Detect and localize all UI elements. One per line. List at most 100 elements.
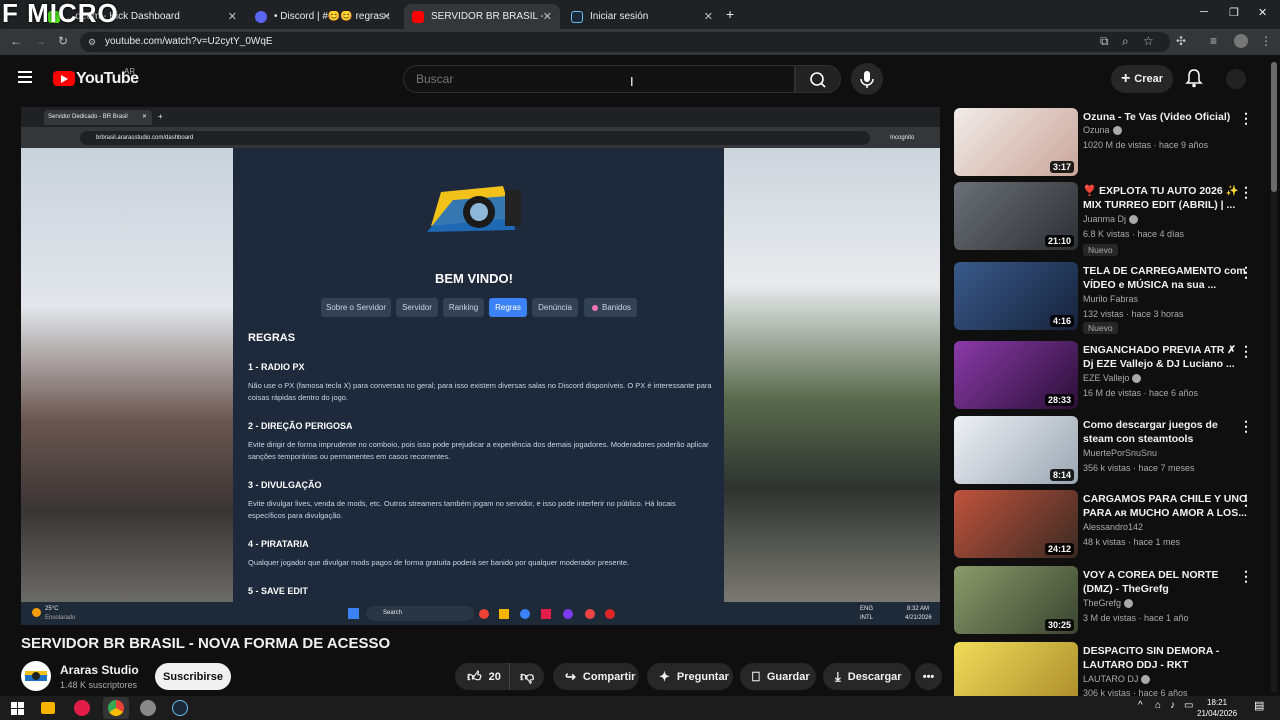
recommendation-item[interactable]: 24:12 CARGAMOS PARA CHILE Y UNO PARA ᴀʀ … bbox=[954, 490, 1259, 560]
window-close-icon[interactable]: ✕ bbox=[1258, 6, 1267, 19]
recommendation-thumbnail[interactable]: 28:33 bbox=[954, 341, 1078, 409]
recommendation-thumbnail[interactable] bbox=[954, 642, 1078, 696]
media-icon[interactable]: ≡ bbox=[1210, 34, 1217, 48]
recommendation-thumbnail[interactable]: 30:25 bbox=[954, 566, 1078, 634]
network-icon[interactable]: ⌂ bbox=[1155, 700, 1161, 711]
page-scrollbar-thumb[interactable] bbox=[1271, 62, 1277, 192]
extensions-icon[interactable]: ✣ bbox=[1176, 34, 1186, 48]
new-tab-button[interactable]: + bbox=[726, 6, 734, 22]
save-button[interactable]: ⎕ Guardar bbox=[740, 663, 816, 690]
recommendation-title[interactable]: VOY A COREA DEL NORTE (DMZ) - TheGrefg bbox=[1083, 568, 1249, 596]
close-icon[interactable]: ✕ bbox=[543, 10, 552, 23]
verified-icon bbox=[1132, 374, 1142, 384]
recommendation-thumbnail[interactable]: 24:12 bbox=[954, 490, 1078, 558]
recommendation-channel: Ozuna bbox=[1083, 125, 1122, 136]
profile-icon[interactable] bbox=[1234, 34, 1248, 48]
tray-chevron-icon[interactable]: ^ bbox=[1138, 700, 1143, 711]
file-explorer-icon[interactable] bbox=[41, 702, 55, 714]
recommendation-title[interactable]: Ozuna - Te Vas (Video Oficial) bbox=[1083, 110, 1249, 124]
maximize-icon[interactable]: ❐ bbox=[1229, 6, 1239, 19]
bookmark-star-icon[interactable]: ☆ bbox=[1143, 34, 1154, 48]
recommendation-item[interactable]: 30:25 VOY A COREA DEL NORTE (DMZ) - TheG… bbox=[954, 566, 1259, 636]
zoom-icon[interactable]: ⌕ bbox=[1122, 34, 1129, 49]
recommendation-channel: Alessandro142 bbox=[1083, 522, 1144, 532]
recommendation-item[interactable]: 21:10 ❣️ EXPLOTA TU AUTO 2026 ✨ MIX TURR… bbox=[954, 182, 1259, 256]
share-button[interactable]: ↪ Compartir bbox=[553, 663, 639, 690]
site-info-icon[interactable]: ⚙ bbox=[88, 37, 96, 48]
minimize-icon[interactable]: ─ bbox=[1200, 6, 1208, 18]
more-vertical-icon[interactable]: ⋮ bbox=[1239, 418, 1253, 435]
battery-icon[interactable]: ▭ bbox=[1184, 700, 1193, 711]
recommendation-title[interactable]: ENGANCHADO PREVIA ATR ✗ Dj EZE Vallejo &… bbox=[1083, 343, 1249, 371]
voice-search-button[interactable] bbox=[851, 63, 883, 95]
verified-icon bbox=[1129, 215, 1139, 225]
recommendation-item[interactable]: 3:17 Ozuna - Te Vas (Video Oficial) Ozun… bbox=[954, 108, 1259, 178]
recommendation-channel: TheGrefg bbox=[1083, 598, 1134, 609]
recommendation-title[interactable]: CARGAMOS PARA CHILE Y UNO PARA ᴀʀ MUCHO … bbox=[1083, 492, 1249, 520]
rule-title: 4 - PIRATARIA bbox=[248, 539, 309, 549]
more-vertical-icon[interactable]: ⋮ bbox=[1239, 184, 1253, 201]
channel-avatar[interactable] bbox=[21, 661, 51, 691]
recommendation-item[interactable]: 8:14 Como descargar juegos de steam con … bbox=[954, 416, 1259, 486]
recommendation-title[interactable]: TELA DE CARREGAMENTO com VÍDEO e MÚSICA … bbox=[1083, 264, 1249, 292]
youtube-logo-icon[interactable] bbox=[53, 71, 75, 86]
weather-desc: Ensolarado bbox=[45, 615, 76, 621]
recommendation-title[interactable]: Como descargar juegos de steam con steam… bbox=[1083, 418, 1249, 446]
back-icon[interactable]: ← bbox=[10, 34, 22, 48]
create-button[interactable]: + Crear bbox=[1111, 65, 1173, 93]
system-clock[interactable]: 18:21 21/04/2026 bbox=[1197, 697, 1237, 719]
close-icon[interactable]: ✕ bbox=[228, 10, 237, 23]
recommendation-title[interactable]: DESPACITO SIN DEMORA - LAUTARO DDJ - RKT bbox=[1083, 644, 1249, 672]
close-icon[interactable]: ✕ bbox=[704, 10, 713, 23]
volume-icon[interactable]: ♪ bbox=[1170, 700, 1175, 711]
recommendation-item[interactable]: 28:33 ENGANCHADO PREVIA ATR ✗ Dj EZE Val… bbox=[954, 341, 1259, 411]
search-input[interactable] bbox=[403, 65, 795, 93]
rule-title: 5 - SAVE EDIT bbox=[248, 586, 308, 596]
notifications-bell-icon[interactable] bbox=[1185, 68, 1203, 88]
reload-icon[interactable]: ↻ bbox=[58, 34, 68, 48]
more-vertical-icon[interactable]: ⋮ bbox=[1239, 492, 1253, 509]
recommendation-channel: Murilo Fabras bbox=[1083, 294, 1139, 304]
recommendation-thumbnail[interactable]: 4:16 bbox=[954, 262, 1078, 330]
like-button[interactable]: 👍︎ 20 bbox=[455, 663, 509, 690]
tab-youtube-active[interactable]: SERVIDOR BR BRASIL - NOVA F... ✕ bbox=[404, 4, 560, 29]
dislike-button[interactable]: 👎︎ bbox=[509, 663, 544, 690]
recommendation-title[interactable]: ❣️ EXPLOTA TU AUTO 2026 ✨ MIX TURREO EDI… bbox=[1083, 184, 1249, 212]
user-avatar[interactable] bbox=[1226, 69, 1246, 89]
channel-name[interactable]: Araras Studio bbox=[60, 663, 139, 677]
app-icon[interactable] bbox=[140, 700, 156, 716]
more-vertical-icon[interactable]: ⋮ bbox=[1239, 343, 1253, 360]
recommendation-thumbnail[interactable]: 21:10 bbox=[954, 182, 1078, 250]
rule-text: Evite dirigir de forma imprudente no com… bbox=[248, 440, 709, 461]
recommendation-meta: 3 M de vistas · hace 1 año bbox=[1083, 613, 1189, 623]
recommendation-thumbnail[interactable]: 3:17 bbox=[954, 108, 1078, 176]
recommendation-item[interactable]: 4:16 TELA DE CARREGAMENTO com VÍDEO e MÚ… bbox=[954, 262, 1259, 334]
install-icon[interactable]: ⧉ bbox=[1100, 34, 1109, 49]
thumbs-down-icon: 👎︎ bbox=[520, 668, 535, 684]
app-icon[interactable] bbox=[74, 700, 90, 716]
folder-icon bbox=[499, 609, 509, 619]
close-icon[interactable]: ✕ bbox=[382, 10, 391, 23]
notification-center-icon[interactable]: ▤ bbox=[1254, 699, 1264, 712]
forward-icon[interactable]: → bbox=[34, 34, 46, 48]
ask-button[interactable]: ✦ Preguntar bbox=[647, 663, 733, 690]
search-button[interactable] bbox=[795, 65, 841, 93]
more-vertical-icon[interactable]: ⋮ bbox=[1239, 568, 1253, 585]
hamburger-menu-icon[interactable] bbox=[18, 71, 32, 83]
subscribe-button[interactable]: Suscribirse bbox=[155, 663, 231, 690]
steam-icon[interactable] bbox=[172, 700, 188, 716]
menu-kebab-icon[interactable]: ⋮ bbox=[1260, 34, 1272, 48]
tab-steam-login[interactable]: Iniciar sesión ✕ bbox=[563, 4, 721, 29]
more-vertical-icon[interactable]: ⋮ bbox=[1239, 264, 1253, 281]
windows-start-icon[interactable] bbox=[9, 699, 27, 717]
windows-start-icon bbox=[348, 608, 359, 619]
recommendation-thumbnail[interactable]: 8:14 bbox=[954, 416, 1078, 484]
more-actions-button[interactable]: ••• bbox=[915, 663, 942, 690]
recommendation-item[interactable]: DESPACITO SIN DEMORA - LAUTARO DDJ - RKT… bbox=[954, 642, 1259, 696]
more-vertical-icon[interactable]: ⋮ bbox=[1239, 110, 1253, 127]
download-button[interactable]: ⤓ Descargar bbox=[823, 663, 911, 690]
tab-discord[interactable]: • Discord | #😊😊 regras-servid... ✕ bbox=[247, 4, 399, 29]
chrome-icon[interactable] bbox=[108, 700, 124, 716]
search-icon bbox=[810, 72, 826, 88]
new-badge: Nuevo bbox=[1083, 322, 1118, 334]
